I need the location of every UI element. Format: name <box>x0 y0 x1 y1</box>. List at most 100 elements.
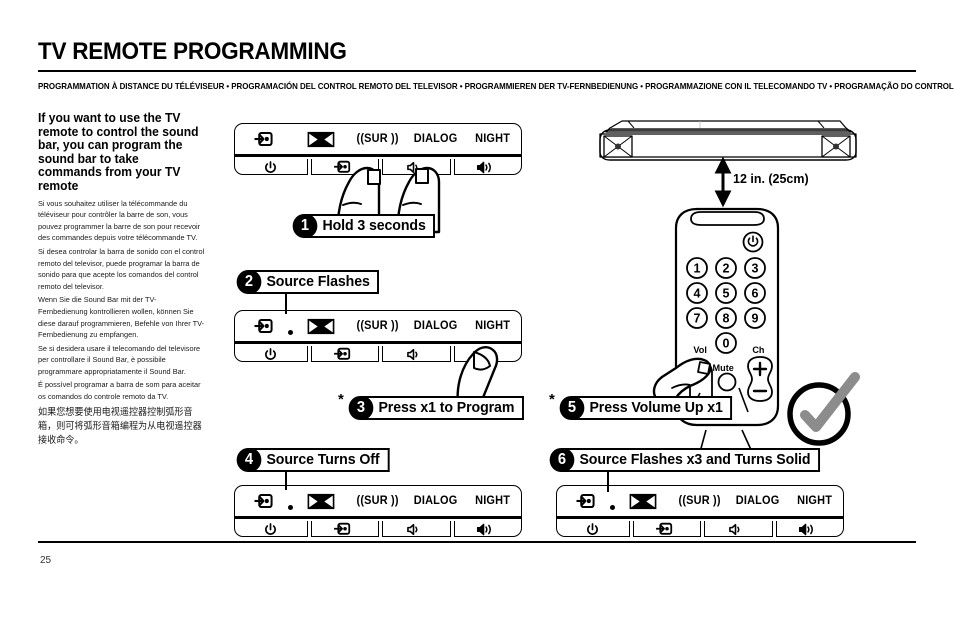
indicator-dolby <box>294 318 348 335</box>
manual-page: TV REMOTE PROGRAMMING PROGRAMMATION À DI… <box>0 0 954 618</box>
indicator-source <box>236 131 290 147</box>
power-button[interactable] <box>235 344 307 364</box>
page-number: 25 <box>40 555 52 566</box>
source-button[interactable] <box>306 157 379 177</box>
step-number: 1 <box>292 214 318 238</box>
indicator-dialog: DIALOG <box>413 495 458 507</box>
power-icon <box>265 347 277 360</box>
intro-paragraph-pt: É possível programar a barra de som para… <box>38 380 201 402</box>
indicator-dolby <box>294 131 348 148</box>
step-number: 5 <box>559 396 585 420</box>
volume-up-button[interactable] <box>449 519 522 539</box>
indicator-night: NIGHT <box>474 495 510 507</box>
volume-up-icon <box>798 523 813 535</box>
source-button[interactable] <box>628 519 701 539</box>
intro-column: If you want to use the TV remote to cont… <box>38 111 210 449</box>
step-callout-6: 6 Source Flashes x3 and Turns Solid <box>549 448 828 472</box>
button-row <box>235 154 521 177</box>
source-led-indicator <box>288 505 293 510</box>
indicator-row: ((SUR )) DIALOG NIGHT <box>557 486 843 516</box>
step-text: Source Flashes <box>249 270 380 294</box>
multilingual-subtitle: PROGRAMMATION À DISTANCE DU TÉLÉVISEUR •… <box>38 82 954 91</box>
power-icon <box>265 160 277 173</box>
indicator-row: ((SUR )) DIALOG NIGHT <box>235 124 521 154</box>
source-button[interactable] <box>306 344 379 364</box>
indicator-surround: ((SUR )) <box>356 320 400 332</box>
indicator-night: NIGHT <box>474 320 510 332</box>
volume-up-button[interactable] <box>449 344 522 364</box>
step-number: 2 <box>236 270 262 294</box>
volume-up-icon <box>476 161 491 173</box>
power-button[interactable] <box>235 519 307 539</box>
indicator-dolby <box>294 493 348 510</box>
step3-asterisk: * <box>338 391 344 408</box>
intro-paragraph-de: Wenn Sie die Sound Bar mit der TV-Fernbe… <box>38 295 205 340</box>
power-button[interactable] <box>235 157 307 177</box>
indicator-dolby <box>616 493 670 510</box>
step-number: 4 <box>236 448 262 472</box>
indicator-row: ((SUR )) DIALOG NIGHT <box>235 311 521 341</box>
indicator-dialog: DIALOG <box>735 495 780 507</box>
source-input-icon <box>333 161 350 173</box>
svg-text:6: 6 <box>752 287 759 301</box>
indicator-surround: ((SUR )) <box>356 495 400 507</box>
soundbar-panel-step6: ((SUR )) DIALOG NIGHT <box>556 485 844 539</box>
step-callout-5: 5 Press Volume Up x1 <box>559 396 737 420</box>
power-icon <box>265 522 277 535</box>
button-row <box>235 516 521 539</box>
volume-up-button[interactable] <box>771 519 844 539</box>
power-button[interactable] <box>557 519 629 539</box>
svg-text:3: 3 <box>752 262 759 276</box>
indicator-night: NIGHT <box>474 133 510 145</box>
step-callout-4: 4 Source Turns Off <box>236 448 394 472</box>
step-text: Source Flashes x3 and Turns Solid <box>562 448 821 472</box>
step-text: Press x1 to Program <box>361 396 525 420</box>
soundbar-panel-step4: ((SUR )) DIALOG NIGHT <box>234 485 522 539</box>
button-row <box>557 516 843 539</box>
page-title: TV REMOTE PROGRAMMING <box>38 38 347 65</box>
indicator-source <box>236 493 290 509</box>
indicator-source <box>236 318 290 334</box>
volume-up-button[interactable] <box>449 157 522 177</box>
volume-down-button[interactable] <box>378 519 450 539</box>
source-input-icon <box>655 523 672 535</box>
step-callout-3: 3 Press x1 to Program <box>348 396 529 420</box>
remote-mute-label: Mute <box>712 363 734 374</box>
button-row <box>235 341 521 364</box>
volume-up-icon <box>476 348 491 360</box>
soundbar-panel-step1: ((SUR )) DIALOG NIGHT <box>234 123 522 177</box>
volume-down-icon <box>407 348 418 360</box>
svg-text:2: 2 <box>723 262 730 276</box>
source-input-icon <box>254 493 273 509</box>
svg-text:0: 0 <box>723 337 730 351</box>
svg-text:8: 8 <box>723 312 730 326</box>
source-input-icon <box>576 493 595 509</box>
intro-heading: If you want to use the TV remote to cont… <box>38 111 199 193</box>
intro-paragraph-it: Se si desidera usare il telecomando del … <box>38 343 201 376</box>
svg-text:5: 5 <box>723 287 730 301</box>
step-text: Hold 3 seconds <box>305 214 436 238</box>
step-number: 3 <box>348 396 374 420</box>
source-button[interactable] <box>306 519 379 539</box>
step5-asterisk: * <box>549 391 555 408</box>
power-icon <box>587 522 599 535</box>
remote-vol-label: Vol <box>693 345 707 356</box>
indicator-surround: ((SUR )) <box>356 133 400 145</box>
indicator-night: NIGHT <box>796 495 832 507</box>
volume-down-button[interactable] <box>700 519 772 539</box>
volume-down-button[interactable] <box>378 344 450 364</box>
volume-down-icon <box>407 523 418 535</box>
volume-down-button[interactable] <box>378 157 450 177</box>
dolby-icon <box>629 493 657 509</box>
step-callout-2: 2 Source Flashes <box>236 270 383 294</box>
indicator-source <box>558 493 612 509</box>
source-led-indicator <box>288 330 293 335</box>
svg-text:9: 9 <box>752 312 759 326</box>
source-input-icon <box>333 523 350 535</box>
distance-label: 12 in. (25cm) <box>733 171 809 186</box>
source-input-icon <box>254 318 273 334</box>
remote-ch-label: Ch <box>752 345 765 356</box>
indicator-surround: ((SUR )) <box>678 495 722 507</box>
indicator-dialog: DIALOG <box>413 133 458 145</box>
step-number: 6 <box>549 448 575 472</box>
